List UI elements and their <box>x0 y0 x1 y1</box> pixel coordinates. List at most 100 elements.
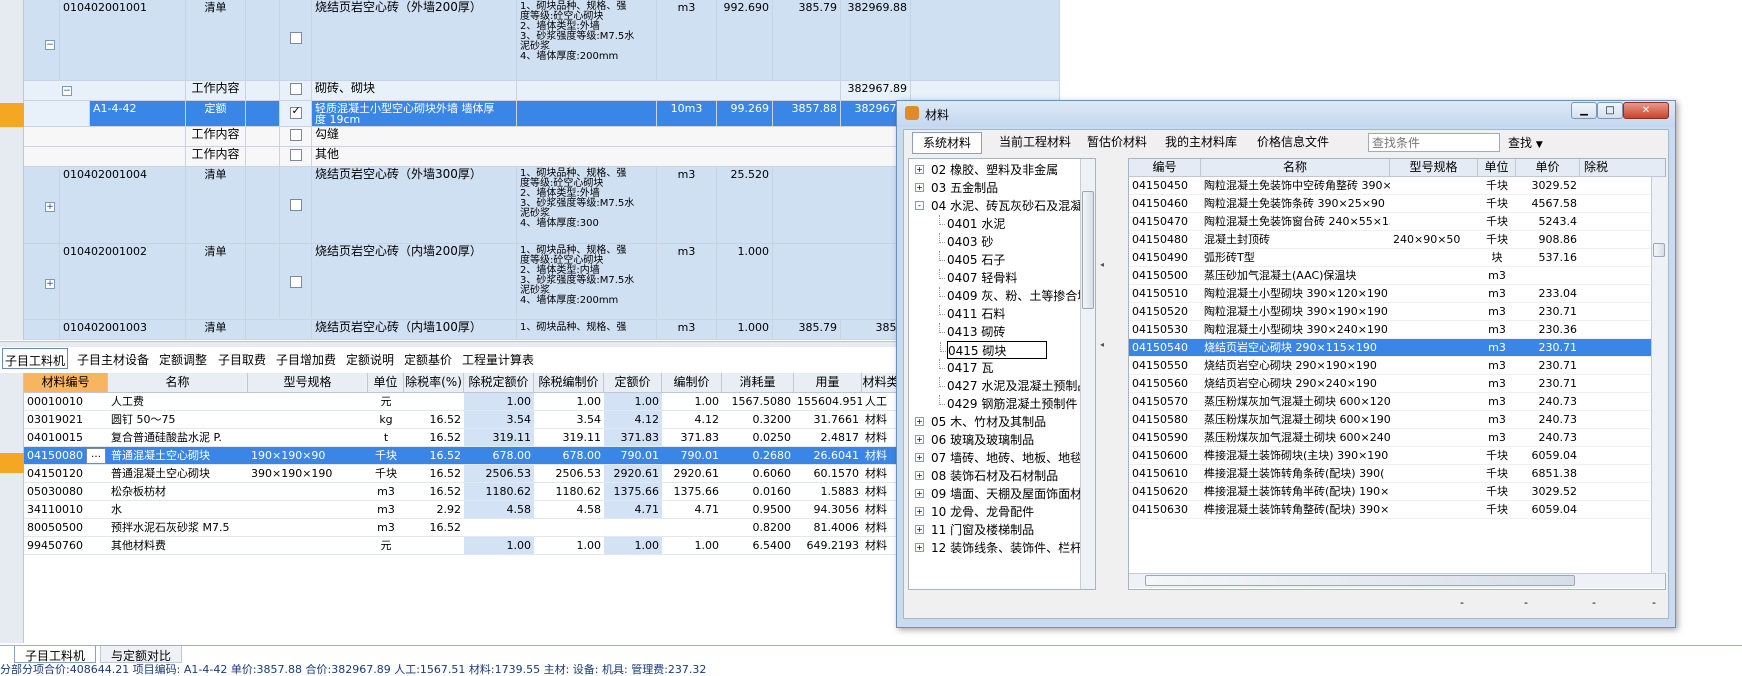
tree-node[interactable]: 0409 灰、粉、土等掺合填 <box>939 287 1089 305</box>
tab-main-materials[interactable]: 子目主材设备 <box>75 348 151 369</box>
material-list-cell[interactable]: 230.71 <box>1516 303 1580 321</box>
material-list-cell[interactable]: 04150620 <box>1129 483 1201 501</box>
material-cell[interactable] <box>662 519 722 537</box>
tree-node[interactable]: 0413 砌砖 <box>939 323 1005 341</box>
col-header[interactable]: 定额价 <box>604 373 662 393</box>
material-list-cell[interactable]: 240.73 <box>1516 429 1580 447</box>
material-cell[interactable]: 4.71 <box>662 501 722 519</box>
material-list-cell[interactable]: m3 <box>1478 303 1516 321</box>
material-cell[interactable]: 649.2193 <box>794 537 862 555</box>
material-cell[interactable]: 05030080 <box>24 483 108 501</box>
expand-icon[interactable]: + <box>915 507 924 516</box>
scroll-thumb[interactable] <box>1082 191 1094 309</box>
material-cell[interactable]: m3 <box>368 483 404 501</box>
tab-quota-base-price[interactable]: 定额基价 <box>402 348 454 369</box>
tab-quota-notes[interactable]: 定额说明 <box>344 348 396 369</box>
material-list-cell[interactable]: 千块 <box>1478 483 1516 501</box>
material-cell[interactable]: 预拌水泥石灰砂浆 M7.5 <box>108 519 248 537</box>
material-list-cell[interactable]: 240.73 <box>1516 411 1580 429</box>
material-list-cell[interactable]: 240.73 <box>1516 393 1580 411</box>
maximize-icon[interactable]: □ <box>1597 102 1623 119</box>
material-cell[interactable]: 材料 <box>862 465 900 483</box>
expand-icon[interactable]: + <box>915 165 924 174</box>
material-cell[interactable]: 60.1570 <box>794 465 862 483</box>
material-list-cell[interactable]: 04150520 <box>1129 303 1201 321</box>
material-list-cell[interactable] <box>1390 285 1478 303</box>
material-list-cell[interactable]: 3029.52 <box>1516 483 1580 501</box>
material-cell[interactable] <box>404 393 464 411</box>
material-cell[interactable]: 4.58 <box>534 501 604 519</box>
col-header[interactable]: 单位 <box>1478 159 1516 177</box>
expand-icon[interactable]: + <box>45 202 55 212</box>
material-cell[interactable]: 0.0250 <box>722 429 794 447</box>
col-header[interactable]: 名称 <box>108 373 248 393</box>
material-cell[interactable]: 81.4006 <box>794 519 862 537</box>
col-header[interactable]: 单价 <box>1516 159 1580 177</box>
material-cell[interactable]: 1375.66 <box>604 483 662 501</box>
expand-icon[interactable]: + <box>45 279 55 289</box>
material-cell[interactable]: 0.3200 <box>722 411 794 429</box>
col-header[interactable]: 消耗量 <box>722 373 794 393</box>
tab-extra-fees[interactable]: 子目增加费 <box>274 348 338 369</box>
material-cell[interactable]: 材料 <box>862 501 900 519</box>
material-list-cell[interactable]: 弧形砖T型 <box>1201 249 1390 267</box>
material-list-cell[interactable]: m3 <box>1478 429 1516 447</box>
material-cell[interactable]: 材料 <box>862 429 900 447</box>
material-list-cell[interactable] <box>1390 393 1478 411</box>
material-cell[interactable]: 千块 <box>368 447 404 465</box>
tab-price-info[interactable]: 价格信息文件 <box>1247 132 1339 154</box>
material-cell[interactable]: 1567.5080 <box>722 393 794 411</box>
material-list-cell[interactable] <box>1390 411 1478 429</box>
material-cell[interactable]: 其他材料费 <box>108 537 248 555</box>
tree-node[interactable]: +07 墙砖、地砖、地板、地毯类 <box>915 449 1094 467</box>
material-list-cell[interactable]: 04150610 <box>1129 465 1201 483</box>
tab-project-materials[interactable]: 当前工程材料 <box>989 132 1081 154</box>
row-checkbox[interactable] <box>289 199 302 211</box>
collapse-icon[interactable]: − <box>45 40 55 50</box>
material-list-cell[interactable]: 04150540 <box>1129 339 1201 357</box>
material-cell[interactable]: 松杂板枋材 <box>108 483 248 501</box>
material-cell[interactable]: 04150120 <box>24 465 108 483</box>
tree-node[interactable]: 0429 钢筋混凝土预制件 <box>939 395 1077 413</box>
material-cell[interactable] <box>248 429 368 447</box>
chevron-left-icon[interactable]: ◂ <box>1100 340 1104 349</box>
material-cell[interactable]: 人工费 <box>108 393 248 411</box>
col-header[interactable]: 除税定额价 <box>464 373 534 393</box>
material-list-cell[interactable] <box>1390 177 1478 195</box>
tab-fees[interactable]: 子目取费 <box>216 348 268 369</box>
material-cell[interactable] <box>248 393 368 411</box>
material-list-cell[interactable] <box>1390 303 1478 321</box>
collapse-icon[interactable]: - <box>915 201 924 210</box>
material-list-cell[interactable] <box>1390 483 1478 501</box>
material-cell[interactable]: 678.00 <box>464 447 534 465</box>
material-cell[interactable]: 1.00 <box>604 537 662 555</box>
material-cell[interactable]: m3 <box>368 501 404 519</box>
material-cell[interactable]: 0.9500 <box>722 501 794 519</box>
scroll-thumb[interactable] <box>1653 243 1665 257</box>
col-header[interactable]: 型号规格 <box>248 373 368 393</box>
material-cell[interactable]: 26.6041 <box>794 447 862 465</box>
material-cell[interactable]: 材料 <box>862 483 900 501</box>
material-list-cell[interactable] <box>1390 447 1478 465</box>
material-list-cell[interactable]: 烧结页岩空心砌块 290×115×190 <box>1201 339 1390 357</box>
material-cell[interactable]: 0.8200 <box>722 519 794 537</box>
col-header[interactable]: 型号规格 <box>1390 159 1478 177</box>
material-cell[interactable]: 千块 <box>368 465 404 483</box>
tab-compare-quota[interactable]: 与定额对比 <box>100 646 183 663</box>
material-cell[interactable]: 371.83 <box>604 429 662 447</box>
material-cell[interactable]: 普通混凝土空心砌块 <box>108 465 248 483</box>
material-list-cell[interactable]: m3 <box>1478 357 1516 375</box>
material-list-cell[interactable]: m3 <box>1478 375 1516 393</box>
material-cell[interactable]: 371.83 <box>662 429 722 447</box>
material-cell[interactable]: 圆钉 50～75 <box>108 411 248 429</box>
material-list-cell[interactable]: 混凝土封顶砖 <box>1201 231 1390 249</box>
material-cell[interactable]: 3.54 <box>464 411 534 429</box>
tree-node[interactable]: 0403 砂 <box>939 233 993 251</box>
material-cell[interactable]: 材料 <box>862 411 900 429</box>
material-list-cell[interactable]: 千块 <box>1478 195 1516 213</box>
table-row[interactable]: 010402001001 清单 烧结页岩空心砖（外墙200厚） 1、砌块品种、规… <box>0 0 1060 81</box>
material-cell[interactable]: 1.00 <box>464 537 534 555</box>
material-cell[interactable]: 1.5883 <box>794 483 862 501</box>
material-list-cell[interactable]: 04150510 <box>1129 285 1201 303</box>
material-cell[interactable]: 0.6060 <box>722 465 794 483</box>
